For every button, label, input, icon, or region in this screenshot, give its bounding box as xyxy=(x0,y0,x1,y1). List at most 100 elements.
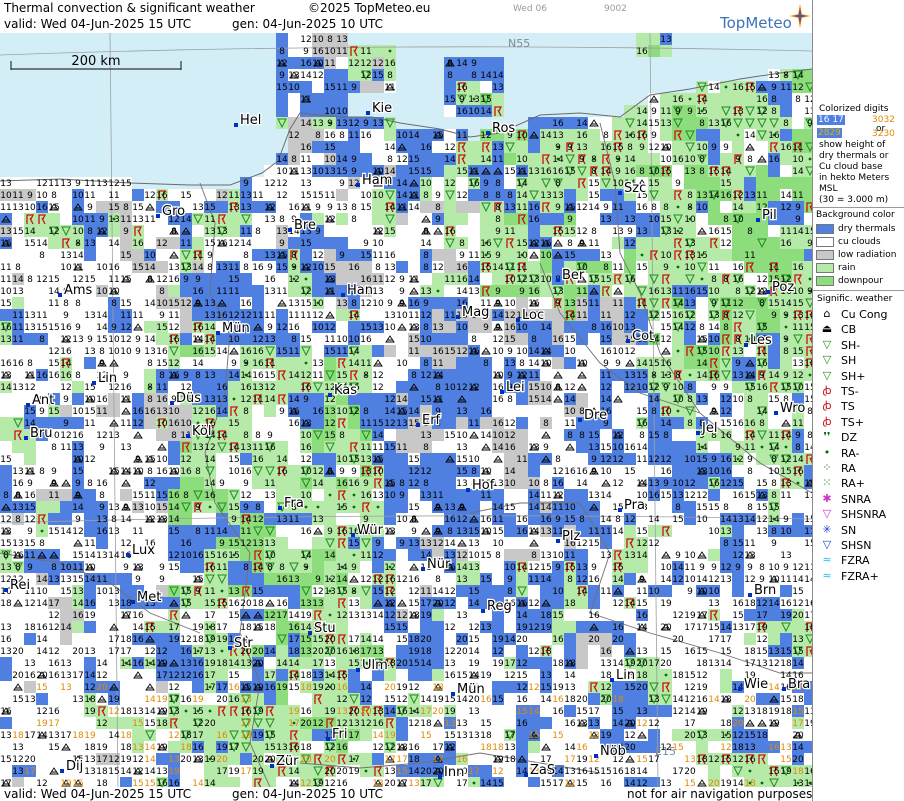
map-cell-dry xyxy=(600,189,612,201)
map-cell-rain xyxy=(636,561,648,573)
map-cell-cu xyxy=(24,645,36,657)
map-cell-cu xyxy=(48,453,60,465)
map-cell-dry xyxy=(36,693,48,705)
thermal-digit: 16 xyxy=(768,155,780,165)
map-cell-low xyxy=(600,297,612,309)
map-cell-rain xyxy=(336,657,348,669)
map-cell-rain xyxy=(0,417,12,429)
map-cell-cu xyxy=(36,357,48,369)
map-cell-cu xyxy=(588,369,600,381)
map-cell-cu xyxy=(348,189,360,201)
map-cell-down xyxy=(768,249,780,261)
map-cell-cu xyxy=(576,609,588,621)
map-cell-cu xyxy=(672,717,684,729)
map-cell-cu xyxy=(444,441,456,453)
map-cell-dry xyxy=(192,309,204,321)
thermal-digit: 10 xyxy=(396,131,408,141)
map-cell-cu xyxy=(540,537,552,549)
map-cell-cu xyxy=(456,705,468,717)
map-cell-cu xyxy=(60,549,72,561)
map-cell-cu xyxy=(84,465,96,477)
thermal-digit: 13 xyxy=(108,215,119,225)
thermal-digit: 14 xyxy=(480,71,492,81)
map-cell-dry xyxy=(180,525,192,537)
thermal-digit: 15 xyxy=(456,167,467,177)
rain-symbol xyxy=(376,505,380,509)
map-cell-cu xyxy=(696,633,708,645)
map-cell-dry xyxy=(468,189,480,201)
map-cell-dry xyxy=(600,621,612,633)
map-cell-down xyxy=(216,489,228,501)
map-cell-cu xyxy=(312,153,324,165)
thermal-digit: 12 xyxy=(372,227,383,237)
map-cell-dry xyxy=(252,609,264,621)
map-cell-rain xyxy=(672,273,684,285)
map-cell-down xyxy=(768,189,780,201)
map-cell-rain xyxy=(336,621,348,633)
map-cell-dry xyxy=(780,129,792,141)
thermal-digit: 15 xyxy=(336,167,347,177)
map-cell-cu xyxy=(792,489,804,501)
map-cell-cu xyxy=(108,489,120,501)
map-cell-cu xyxy=(336,321,348,333)
map-cell-dry xyxy=(432,621,444,633)
thermal-digit: 13 xyxy=(600,215,611,225)
map-cell-cu xyxy=(612,285,624,297)
map-cell-cu xyxy=(312,177,324,189)
map-cell-rain xyxy=(648,669,660,681)
map-cell-cu xyxy=(60,465,72,477)
map-cell-low xyxy=(576,633,588,645)
thermal-digit: 12 xyxy=(360,71,371,81)
map-cell-rain xyxy=(468,81,480,93)
weather-map[interactable]: N55 E15 12 10 8 13 13 8 9 16 10 11 11 16 12 16 10 11 12 12… xyxy=(0,33,812,787)
copyright-text: ©2025 TopMeteo.eu xyxy=(308,1,431,15)
map-cell-cu xyxy=(444,285,456,297)
map-canvas[interactable]: N55E15 12 10 8 13 138 9 16 10 11 11 1612 16 10 11 12 12… xyxy=(0,33,812,787)
thermal-digit: 11 xyxy=(660,107,671,117)
rain-symbol xyxy=(184,709,188,713)
rain-symbol xyxy=(364,769,368,773)
map-cell-rain xyxy=(648,525,660,537)
map-cell-dry xyxy=(60,513,72,525)
map-cell-cu xyxy=(756,549,768,561)
map-cell-dry xyxy=(480,393,492,405)
map-cell-rain xyxy=(480,213,492,225)
map-cell-dry xyxy=(732,525,744,537)
thermal-digit: 13 xyxy=(576,143,587,153)
map-cell-cu xyxy=(312,345,324,357)
map-cell-cu xyxy=(792,117,804,129)
map-cell-dry xyxy=(564,117,576,129)
map-cell-dry xyxy=(780,633,792,645)
map-cell-cu xyxy=(36,297,48,309)
thermal-digit: 13 xyxy=(60,251,71,261)
thermal-digit: 8 xyxy=(627,143,633,153)
map-cell-cu xyxy=(60,213,72,225)
brand-logo-text[interactable]: TopMeteo xyxy=(720,14,792,32)
map-cell-cu xyxy=(276,201,288,213)
map-cell-cu xyxy=(552,405,564,417)
thermal-digit: 16 xyxy=(456,107,468,117)
map-cell-cu xyxy=(144,681,156,693)
thermal-digit: 8 xyxy=(387,71,393,81)
map-cell-cu xyxy=(480,81,492,93)
thermal-digit: 15 xyxy=(384,227,395,237)
map-cell-rain xyxy=(216,717,228,729)
map-cell-dry xyxy=(528,777,540,787)
thermal-digit: 8 xyxy=(495,203,501,213)
map-cell-cu xyxy=(36,765,48,777)
map-cell-cu xyxy=(732,501,744,513)
map-cell-dry xyxy=(276,33,288,45)
map-cell-cu xyxy=(60,537,72,549)
map-cell-cu xyxy=(384,537,396,549)
map-cell-cu xyxy=(360,777,372,787)
map-cell-cu xyxy=(96,453,108,465)
map-cell-cu xyxy=(720,705,732,717)
thermal-digit: 11 xyxy=(336,47,347,57)
thermal-digit: 12 xyxy=(228,239,239,249)
map-cell-cu xyxy=(372,141,384,153)
map-cell-cu xyxy=(504,621,516,633)
map-cell-dry xyxy=(396,261,408,273)
map-cell-cu xyxy=(504,693,516,705)
map-cell-rain xyxy=(156,333,168,345)
map-cell-cu xyxy=(480,453,492,465)
